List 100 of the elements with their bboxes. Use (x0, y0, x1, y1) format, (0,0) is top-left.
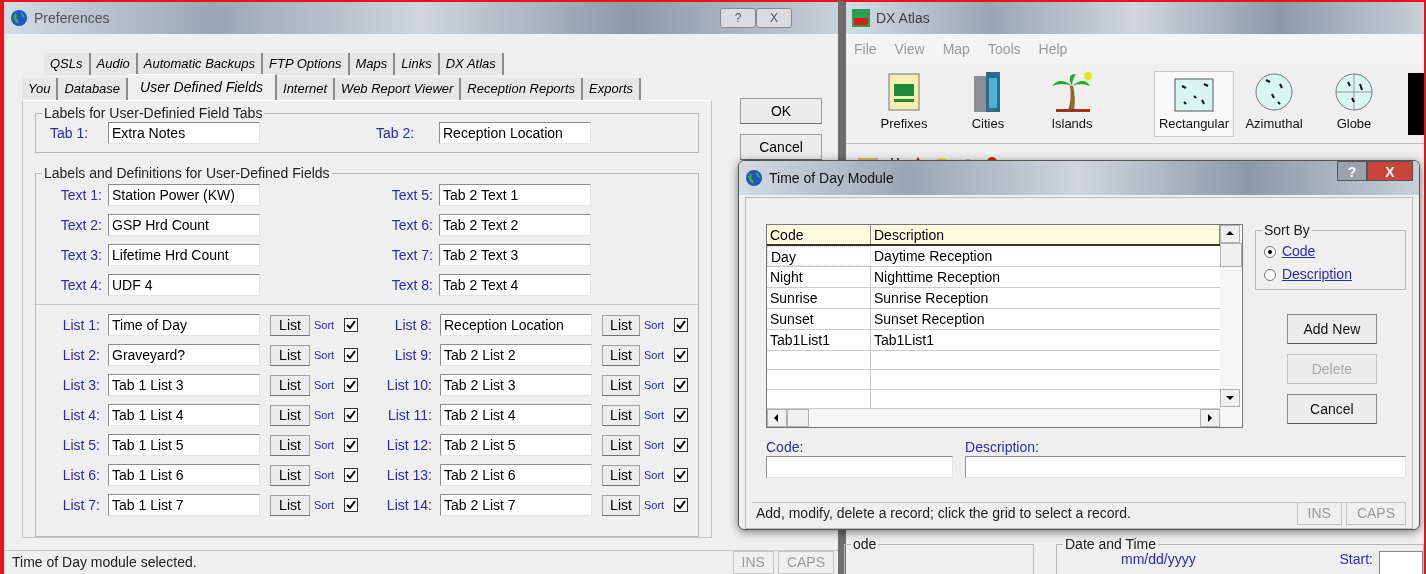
checkbox[interactable] (674, 468, 689, 482)
checkbox[interactable] (344, 498, 359, 512)
text-field[interactable]: Tab 2 Text 1 (439, 184, 591, 206)
tab[interactable]: User Defined Fields (128, 74, 277, 100)
help-button[interactable]: ? (720, 8, 756, 28)
text-field[interactable]: Reception Location (439, 122, 591, 144)
text-field[interactable]: Tab 2 List 2 (440, 344, 592, 366)
tab[interactable]: Exports (583, 78, 642, 100)
table-cell[interactable]: Daytime Reception (871, 246, 1220, 266)
list-button[interactable]: List (602, 374, 640, 396)
table-cell[interactable]: Tab1List1 (767, 330, 871, 350)
tab[interactable]: You (22, 78, 59, 100)
checkbox[interactable] (674, 348, 689, 362)
column-header[interactable]: Description (871, 225, 1220, 244)
text-field[interactable]: Tab 1 List 5 (108, 434, 260, 456)
tab[interactable]: Links (395, 53, 440, 75)
list-button[interactable]: List (602, 494, 640, 516)
tab[interactable]: Database (58, 78, 129, 100)
column-header[interactable]: Code (767, 225, 871, 244)
checkbox[interactable] (674, 438, 689, 452)
table-cell[interactable]: Night (767, 267, 871, 287)
table-cell[interactable]: Nighttime Reception (871, 267, 1220, 287)
radio-button[interactable] (1263, 268, 1276, 281)
text-field[interactable]: Tab 2 List 6 (440, 464, 592, 486)
checkbox[interactable] (344, 408, 359, 422)
list-button[interactable]: List (602, 404, 640, 426)
radio-label[interactable]: Description (1281, 264, 1352, 285)
list-button[interactable]: List (602, 344, 640, 366)
scroll-down-icon[interactable] (1219, 389, 1240, 407)
list-button[interactable]: List (602, 464, 640, 486)
text-field[interactable]: Lifetime Hrd Count (108, 244, 260, 266)
radio-button[interactable] (1263, 245, 1276, 258)
list-button[interactable]: List (270, 374, 310, 396)
list-button[interactable]: List (270, 404, 310, 426)
list-button[interactable]: List (270, 314, 310, 336)
input-field[interactable] (766, 456, 953, 478)
tab[interactable]: Web Report Viewer (335, 78, 462, 100)
tab[interactable]: QSLs (44, 53, 91, 75)
text-field[interactable]: Extra Notes (108, 122, 260, 144)
toolbar-button[interactable]: Rectangular (1154, 70, 1234, 137)
text-field[interactable]: Tab 2 List 3 (440, 374, 592, 396)
table-cell[interactable]: Sunset (767, 309, 871, 329)
checkbox[interactable] (344, 348, 359, 362)
text-field[interactable]: Station Power (KW) (108, 184, 260, 206)
checkbox[interactable] (674, 408, 689, 422)
text-field[interactable]: Tab 2 List 4 (440, 404, 592, 426)
tab[interactable]: FTP Options (263, 53, 350, 75)
text-field[interactable]: UDF 4 (108, 274, 260, 296)
toolbar-button[interactable]: Globe (1314, 70, 1394, 137)
text-field[interactable]: Tab 1 List 3 (108, 374, 260, 396)
dialog-button[interactable]: Cancel (1286, 394, 1377, 424)
checkbox[interactable] (344, 438, 359, 452)
toolbar-button[interactable]: Prefixes (862, 70, 946, 137)
close-button[interactable]: X (756, 8, 792, 28)
start-field[interactable] (1379, 551, 1423, 574)
list-button[interactable]: List (602, 434, 640, 456)
text-field[interactable]: Tab 2 Text 4 (439, 274, 591, 296)
checkbox[interactable] (344, 378, 359, 392)
list-button[interactable]: List (602, 314, 640, 336)
table-cell[interactable]: Sunrise Reception (871, 288, 1220, 308)
text-field[interactable]: Tab 1 List 7 (108, 494, 260, 516)
cancel-button[interactable]: Cancel (740, 134, 822, 160)
toolbar-button[interactable]: Azimuthal (1234, 70, 1314, 137)
text-field[interactable]: GSP Hrd Count (108, 214, 260, 236)
text-field[interactable]: Time of Day (108, 314, 260, 336)
text-field[interactable]: Tab 2 Text 3 (439, 244, 591, 266)
text-field[interactable]: Tab 2 List 5 (440, 434, 592, 456)
text-field[interactable]: Tab 1 List 4 (108, 404, 260, 426)
tab[interactable]: Audio (90, 53, 138, 75)
table-cell[interactable]: Sunset Reception (871, 309, 1220, 329)
tab[interactable]: DX Atlas (439, 53, 504, 75)
checkbox[interactable] (344, 318, 359, 332)
table-cell[interactable]: Day (767, 246, 871, 266)
table-cell[interactable]: Sunrise (767, 288, 871, 308)
ok-button[interactable]: OK (740, 98, 822, 124)
radio-label[interactable]: Code (1281, 241, 1316, 262)
toolbar-button[interactable]: Islands (1030, 70, 1114, 137)
tab[interactable]: Internet (277, 78, 336, 100)
close-button[interactable]: X (1367, 161, 1413, 181)
text-field[interactable]: Reception Location (440, 314, 592, 336)
list-button[interactable]: List (270, 434, 310, 456)
tab[interactable]: Maps (349, 53, 396, 75)
scroll-up-icon[interactable] (1219, 225, 1240, 243)
checkbox[interactable] (674, 378, 689, 392)
text-field[interactable]: Tab 2 Text 2 (439, 214, 591, 236)
checkbox[interactable] (344, 468, 359, 482)
tab[interactable]: Reception Reports (461, 78, 584, 100)
list-button[interactable]: List (270, 344, 310, 366)
dialog-button[interactable]: Add New (1286, 314, 1377, 344)
input-field[interactable] (965, 456, 1406, 478)
checkbox[interactable] (674, 498, 689, 512)
list-button[interactable]: List (270, 464, 310, 486)
toolbar-button[interactable]: Cities (946, 70, 1030, 137)
text-field[interactable]: Graveyard? (108, 344, 260, 366)
text-field[interactable]: Tab 1 List 6 (108, 464, 260, 486)
scroll-thumb[interactable] (1219, 243, 1242, 267)
list-button[interactable]: List (270, 494, 310, 516)
checkbox[interactable] (674, 318, 689, 332)
text-field[interactable]: Tab 2 List 7 (440, 494, 592, 516)
tab[interactable]: Automatic Backups (137, 53, 264, 75)
